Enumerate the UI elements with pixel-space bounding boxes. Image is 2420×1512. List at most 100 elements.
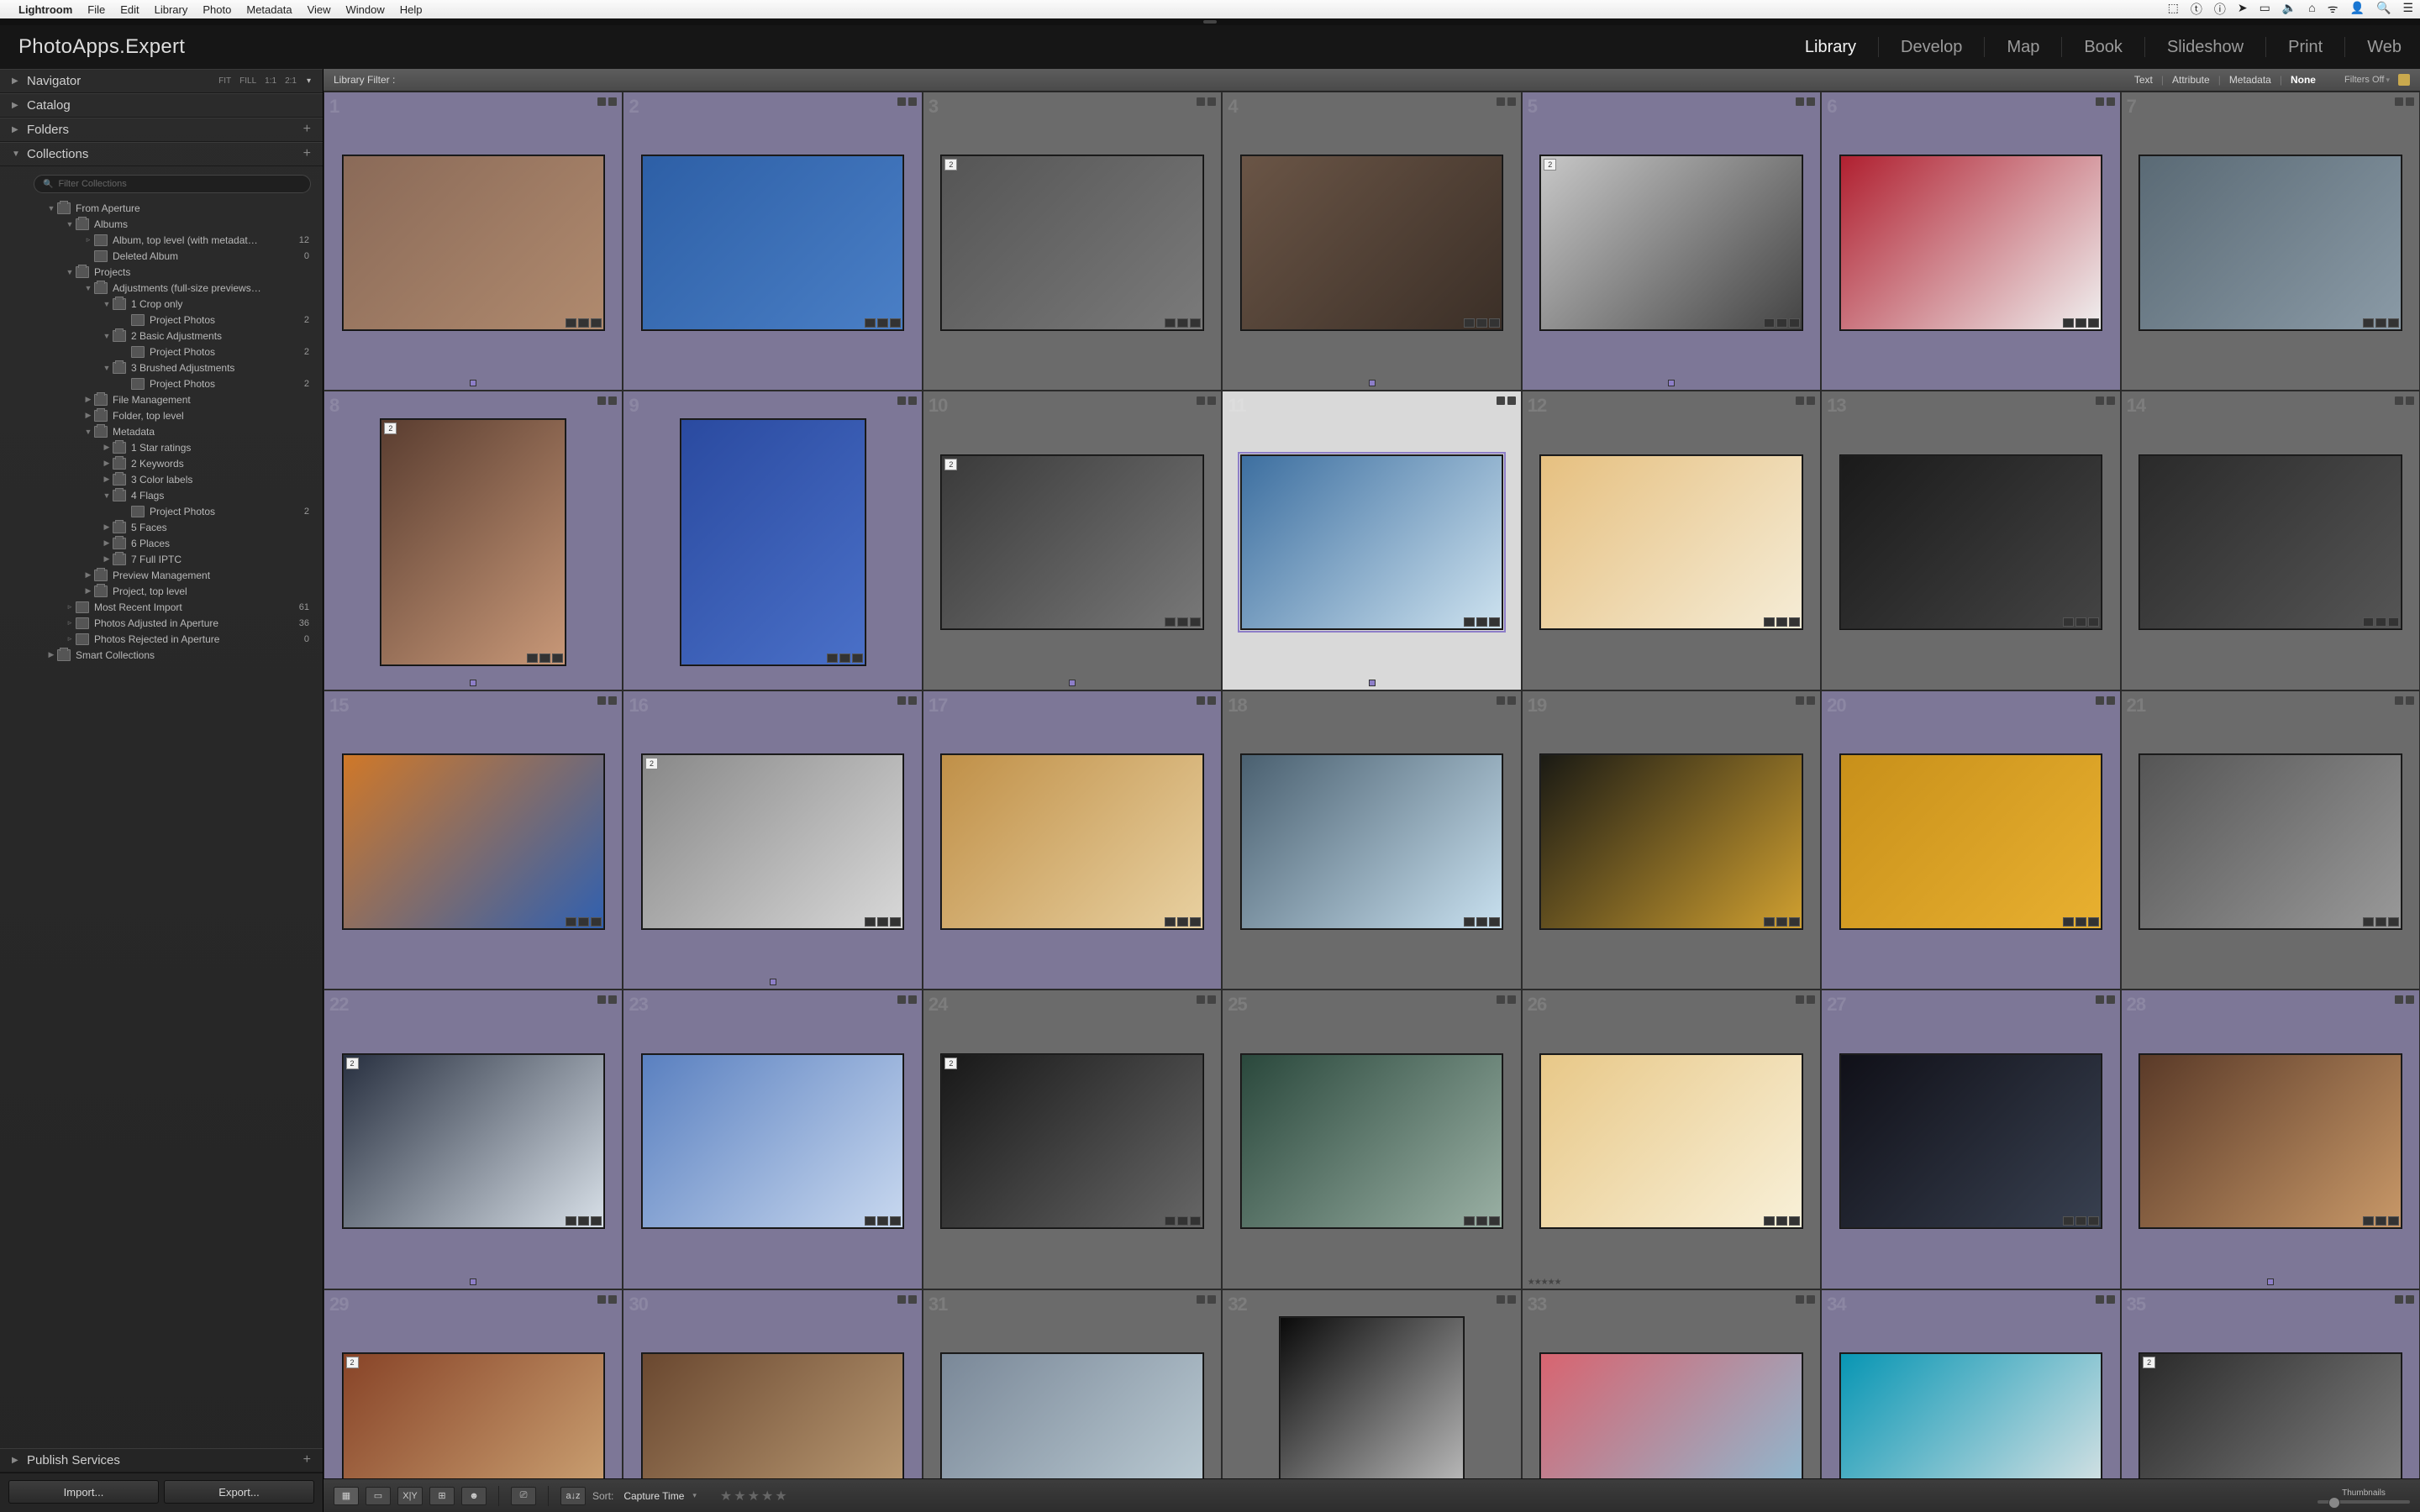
tree-row[interactable]: ▶6 Places	[0, 535, 323, 551]
rating-control[interactable]: ★★★★★	[720, 1488, 789, 1504]
airplay-icon[interactable]: ⌂	[2308, 1, 2315, 18]
grid-cell[interactable]: 1	[324, 92, 623, 391]
top-handle[interactable]	[0, 18, 2420, 25]
menu-metadata[interactable]: Metadata	[246, 3, 292, 16]
dropbox-icon[interactable]: ⬚	[2168, 1, 2179, 18]
notif-icon[interactable]: ☰	[2402, 1, 2413, 18]
info-icon[interactable]: ⓘ	[2214, 1, 2226, 18]
grid-cell[interactable]: 102	[923, 391, 1222, 690]
panel-publish[interactable]: ▶ Publish Services +	[0, 1448, 323, 1473]
tree-row[interactable]: Project Photos2	[0, 312, 323, 328]
painter-button[interactable]: ⎚	[511, 1487, 536, 1505]
grid-cell[interactable]: 30	[623, 1289, 922, 1478]
sort-value[interactable]: Capture Time	[623, 1490, 684, 1502]
tree-row[interactable]: ▼Projects	[0, 264, 323, 280]
tree-row[interactable]: ▹Photos Adjusted in Aperture36	[0, 615, 323, 631]
tree-row[interactable]: ▼4 Flags	[0, 487, 323, 503]
grid-cell[interactable]: 31	[923, 1289, 1222, 1478]
view-grid-button[interactable]: ▦	[334, 1487, 359, 1505]
tree-row[interactable]: Project Photos2	[0, 344, 323, 360]
location-icon[interactable]: ➤	[2238, 1, 2248, 18]
menu-library[interactable]: Library	[155, 3, 188, 16]
menu-view[interactable]: View	[308, 3, 331, 16]
grid-cell[interactable]: 27	[1821, 990, 2120, 1289]
module-web[interactable]: Web	[2367, 38, 2402, 57]
grid-cell[interactable]: 34	[1821, 1289, 2120, 1478]
tree-row[interactable]: ▹Most Recent Import61	[0, 599, 323, 615]
grid-cell[interactable]: 4	[1222, 92, 1521, 391]
tree-row[interactable]: ▼Adjustments (full-size previews…	[0, 280, 323, 296]
tree-row[interactable]: ▶5 Faces	[0, 519, 323, 535]
filter-collections-field[interactable]: Filter Collections	[34, 175, 311, 193]
module-develop[interactable]: Develop	[1901, 38, 1962, 57]
thumbs-slider[interactable]	[2317, 1500, 2410, 1504]
grid-cell[interactable]: 28	[2121, 990, 2420, 1289]
panel-collections[interactable]: ▼ Collections +	[0, 142, 323, 166]
grid-cell[interactable]: 162	[623, 690, 922, 990]
tree-row[interactable]: ▼From Aperture	[0, 200, 323, 216]
grid-cell[interactable]: 6	[1821, 92, 2120, 391]
grid-cell[interactable]: 19	[1522, 690, 1821, 990]
grid-cell[interactable]: 18	[1222, 690, 1521, 990]
tree-row[interactable]: ▶1 Star ratings	[0, 439, 323, 455]
filter-attribute[interactable]: Attribute	[2167, 72, 2215, 87]
import-button[interactable]: Import...	[8, 1480, 159, 1504]
tree-row[interactable]: ▼1 Crop only	[0, 296, 323, 312]
tree-row[interactable]: ▶Smart Collections	[0, 647, 323, 663]
tree-row[interactable]: ▼Metadata	[0, 423, 323, 439]
thumbnail-size[interactable]: Thumbnails	[2317, 1488, 2410, 1504]
grid-cell[interactable]: 222	[324, 990, 623, 1289]
navigator-view-opts[interactable]: FITFILL1:12:1▾	[218, 76, 311, 86]
menu-file[interactable]: File	[87, 3, 105, 16]
grid-cell[interactable]: 9	[623, 391, 922, 690]
view-compare-button[interactable]: X|Y	[397, 1487, 423, 1505]
add-collection-button[interactable]: +	[303, 146, 311, 163]
tree-row[interactable]: Project Photos2	[0, 503, 323, 519]
tree-row[interactable]: ▹Photos Rejected in Aperture0	[0, 631, 323, 647]
grid-scroll[interactable]: 1232452678291021112131415162171819202122…	[324, 92, 2420, 1478]
grid-cell[interactable]: 292	[324, 1289, 623, 1478]
menu-help[interactable]: Help	[400, 3, 423, 16]
tree-row[interactable]: Deleted Album0	[0, 248, 323, 264]
grid-cell[interactable]: 12	[1522, 391, 1821, 690]
tree-row[interactable]: ▼3 Brushed Adjustments	[0, 360, 323, 375]
grid-cell[interactable]: 52	[1522, 92, 1821, 391]
tree-row[interactable]: ▼2 Basic Adjustments	[0, 328, 323, 344]
grid-cell[interactable]: 33	[1522, 1289, 1821, 1478]
menu-edit[interactable]: Edit	[120, 3, 139, 16]
grid-cell[interactable]: 352	[2121, 1289, 2420, 1478]
view-survey-button[interactable]: ⊞	[429, 1487, 455, 1505]
grid-cell[interactable]: 17	[923, 690, 1222, 990]
filter-text[interactable]: Text	[2129, 72, 2158, 87]
add-folder-button[interactable]: +	[303, 122, 311, 139]
tree-row[interactable]: ▶2 Keywords	[0, 455, 323, 471]
tree-row[interactable]: ▶Project, top level	[0, 583, 323, 599]
export-button[interactable]: Export...	[164, 1480, 314, 1504]
grid-cell[interactable]: 21	[2121, 690, 2420, 990]
menu-window[interactable]: Window	[346, 3, 385, 16]
grid-cell[interactable]: 7	[2121, 92, 2420, 391]
filters-off-menu[interactable]: Filters Off	[2344, 75, 2384, 85]
grid-cell[interactable]: 32	[923, 92, 1222, 391]
module-library[interactable]: Library	[1805, 38, 1856, 57]
grid-cell[interactable]: 242	[923, 990, 1222, 1289]
tree-row[interactable]: ▼Albums	[0, 216, 323, 232]
grid-cell[interactable]: 32	[1222, 1289, 1521, 1478]
module-book[interactable]: Book	[2084, 38, 2123, 57]
tree-row[interactable]: ▶7 Full IPTC	[0, 551, 323, 567]
grid-cell[interactable]: 23	[623, 990, 922, 1289]
grid-cell[interactable]: 82	[324, 391, 623, 690]
menu-photo[interactable]: Photo	[203, 3, 231, 16]
grid-cell[interactable]: 26★★★★★	[1522, 990, 1821, 1289]
filter-metadata[interactable]: Metadata	[2224, 72, 2276, 87]
module-slideshow[interactable]: Slideshow	[2167, 38, 2244, 57]
grid-cell[interactable]: 20	[1821, 690, 2120, 990]
tree-row[interactable]: Project Photos2	[0, 375, 323, 391]
module-map[interactable]: Map	[2007, 38, 2039, 57]
panel-catalog[interactable]: ▶ Catalog	[0, 93, 323, 118]
grid-cell[interactable]: 15	[324, 690, 623, 990]
grid-cell[interactable]: 14	[2121, 391, 2420, 690]
tree-row[interactable]: ▶3 Color labels	[0, 471, 323, 487]
menu-app[interactable]: Lightroom	[18, 3, 72, 16]
volume-icon[interactable]: 🔈	[2282, 1, 2296, 18]
